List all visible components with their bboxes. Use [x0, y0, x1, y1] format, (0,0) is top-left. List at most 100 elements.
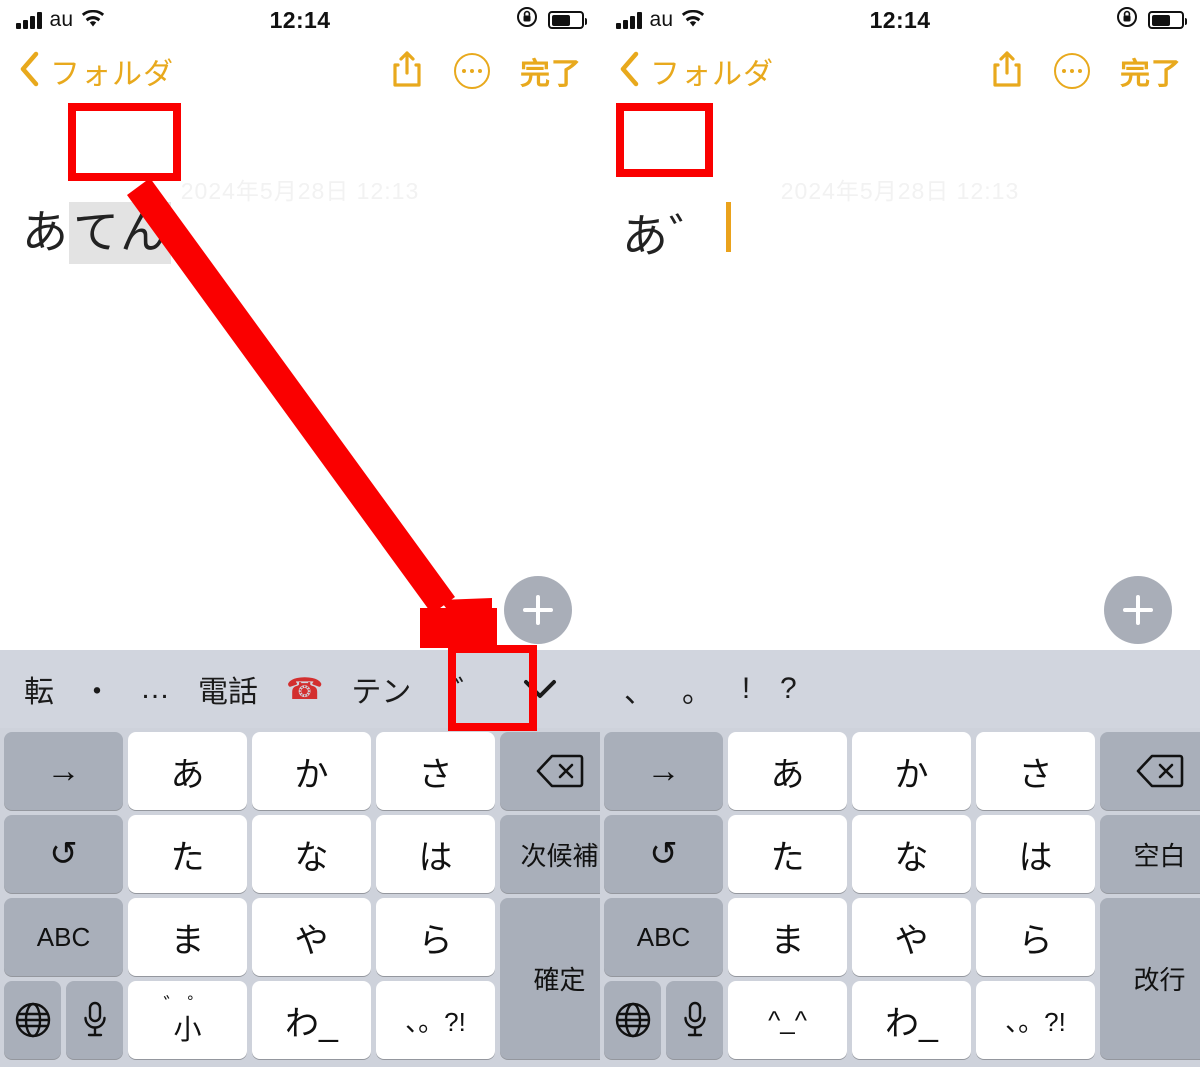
key-ya[interactable]: や [852, 898, 971, 976]
key-small-char: 小 [173, 1014, 202, 1045]
wifi-icon [681, 7, 705, 34]
key-wa[interactable]: わ_ [852, 981, 971, 1059]
key-ta[interactable]: た [128, 815, 247, 893]
status-bar: au 12:14 [600, 0, 1200, 40]
key-ma[interactable]: ま [128, 898, 247, 976]
key-kaomoji[interactable]: ^_^ [728, 981, 847, 1059]
done-button[interactable]: 完了 [520, 49, 582, 93]
key-ka[interactable]: か [252, 732, 371, 810]
key-sa[interactable]: さ [976, 732, 1095, 810]
chevron-left-icon [18, 51, 40, 92]
keyboard-right[interactable]: 、 。 ! ? → あ か さ ↺ た な は 空白 ABC ま や ら 改行 … [600, 650, 1200, 1067]
delete-icon[interactable] [1100, 732, 1200, 810]
right-phone-screen: au 12:14 フォルダ 完了 2024年5月28日 12:13 あ゛ 、 。… [600, 0, 1200, 1067]
microphone-icon[interactable] [66, 981, 123, 1059]
key-return[interactable]: 改行 [1100, 898, 1200, 1059]
key-punctuation[interactable]: 、。?! [376, 981, 495, 1059]
key-globe-mic-pair[interactable] [604, 981, 723, 1059]
key-ya[interactable]: や [252, 898, 371, 976]
share-icon[interactable] [390, 49, 424, 94]
back-label: フォルダ [650, 58, 774, 91]
battery-icon [1148, 11, 1187, 29]
key-ta[interactable]: た [728, 815, 847, 893]
wifi-icon [81, 7, 105, 34]
suggestion-item-dakuten[interactable]: ゛ [425, 667, 513, 711]
key-dakuten-marks: ゛゜ [163, 995, 212, 1017]
chevron-left-icon [618, 51, 640, 92]
key-ra[interactable]: ら [376, 898, 495, 976]
suggestion-item[interactable]: 転 [10, 667, 68, 711]
key-undo[interactable]: ↺ [4, 815, 123, 893]
globe-icon[interactable] [604, 981, 661, 1059]
globe-icon[interactable] [4, 981, 61, 1059]
suggestion-item[interactable]: ! [726, 672, 766, 706]
key-punctuation[interactable]: 、。?! [976, 981, 1095, 1059]
suggestion-item[interactable]: … [126, 672, 184, 706]
status-bar: au 12:14 [0, 0, 600, 40]
key-a[interactable]: あ [128, 732, 247, 810]
note-body-left[interactable]: 2024年5月28日 12:13 あてん [0, 102, 600, 662]
rotation-lock-icon [516, 6, 538, 34]
key-na[interactable]: な [852, 815, 971, 893]
done-button[interactable]: 完了 [1120, 49, 1182, 93]
key-na[interactable]: な [252, 815, 371, 893]
suggestion-bar-right[interactable]: 、 。 ! ? [600, 650, 1200, 728]
back-to-folders-button[interactable]: フォルダ [18, 49, 174, 93]
key-ha[interactable]: は [376, 815, 495, 893]
back-to-folders-button[interactable]: フォルダ [618, 49, 774, 93]
key-abc[interactable]: ABC [4, 898, 123, 976]
key-grid-right[interactable]: → あ か さ ↺ た な は 空白 ABC ま や ら 改行 ^_^ わ_ 、… [600, 728, 1200, 1063]
note-body-right[interactable]: 2024年5月28日 12:13 あ゛ [600, 102, 1200, 662]
status-bar-left: au [16, 7, 105, 34]
add-attachment-button[interactable] [504, 576, 572, 644]
note-text-marked: てん [69, 202, 171, 264]
key-dakuten-small[interactable]: ゛゜ 小 [128, 981, 247, 1059]
key-wa[interactable]: わ_ [252, 981, 371, 1059]
battery-icon [548, 11, 587, 29]
chevron-down-icon[interactable] [523, 678, 557, 700]
key-globe-mic-pair[interactable] [4, 981, 123, 1059]
ellipsis-circle-icon[interactable] [1054, 53, 1090, 89]
key-ka[interactable]: か [852, 732, 971, 810]
share-icon[interactable] [990, 49, 1024, 94]
suggestion-item-phone-emoji[interactable]: ☎ [272, 672, 337, 707]
suggestion-item[interactable]: 。 [668, 667, 726, 711]
status-bar-right [1116, 6, 1187, 34]
suggestion-bar-left[interactable]: 転 ・ … 電話 ☎ テン ゛ [0, 650, 600, 728]
carrier-label: au [649, 8, 674, 31]
cellular-bars-icon [16, 11, 42, 29]
key-space[interactable]: 空白 [1100, 815, 1200, 893]
suggestion-item[interactable]: ・ [68, 667, 126, 711]
suggestion-item[interactable]: テン [337, 667, 425, 711]
key-grid-left[interactable]: → あ か さ ↺ た な は 次候補 ABC ま や ら 確定 ゛゜ 小 わ_… [0, 728, 619, 1063]
left-phone-screen: au 12:14 フォルダ 完了 2024年5月28日 12:13 あ てん 転… [0, 0, 619, 1067]
key-abc[interactable]: ABC [604, 898, 723, 976]
key-undo[interactable]: ↺ [604, 815, 723, 893]
note-text-left[interactable]: あてん [22, 202, 171, 264]
key-ma[interactable]: ま [728, 898, 847, 976]
ellipsis-circle-icon[interactable] [454, 53, 490, 89]
key-sa[interactable]: さ [376, 732, 495, 810]
note-text-plain: あ [22, 206, 69, 258]
back-label: フォルダ [50, 58, 174, 91]
microphone-icon[interactable] [666, 981, 723, 1059]
suggestion-item[interactable]: 電話 [184, 667, 272, 711]
note-date-watermark: 2024年5月28日 12:13 [180, 178, 420, 204]
key-cursor-right[interactable]: → [4, 732, 123, 810]
key-a[interactable]: あ [728, 732, 847, 810]
text-caret [726, 202, 731, 252]
note-date-watermark: 2024年5月28日 12:13 [780, 178, 1020, 204]
add-attachment-button[interactable] [1104, 576, 1172, 644]
key-cursor-right[interactable]: → [604, 732, 723, 810]
keyboard-left[interactable]: 転 ・ … 電話 ☎ テン ゛ → あ か さ ↺ た な は 次候補 ABC … [0, 650, 619, 1067]
key-ha[interactable]: は [976, 815, 1095, 893]
rotation-lock-icon [1116, 6, 1138, 34]
suggestion-item[interactable]: 、 [610, 667, 668, 711]
suggestion-item[interactable]: ? [766, 672, 811, 706]
key-ra[interactable]: ら [976, 898, 1095, 976]
note-text-right[interactable]: あ゛ [622, 202, 731, 266]
carrier-label: au [49, 8, 74, 31]
nav-bar-actions: 完了 [390, 49, 582, 94]
nav-bar-actions: 完了 [990, 49, 1182, 94]
nav-bar: フォルダ 完了 [600, 40, 1200, 102]
